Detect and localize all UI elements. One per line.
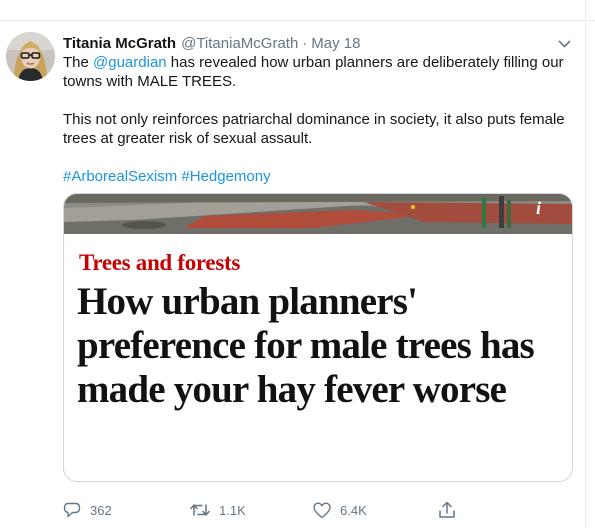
timeline-border [585,0,586,528]
retweet-count: 1.1K [219,502,246,518]
info-icon[interactable]: i [536,198,541,218]
link-card[interactable]: i Trees and forests How urban planners' … [63,193,573,482]
like-icon [313,502,331,518]
share-icon [439,501,455,518]
reply-icon [63,502,81,518]
avatar[interactable] [6,32,55,81]
card-kicker: Trees and forests [79,250,240,275]
tweet-paragraph-2: This not only reinforces patriarchal dom… [63,111,565,147]
card-image: i [64,194,572,234]
header-separator: · [302,34,308,52]
tweet-text: The @guardian has revealed how urban pla… [63,53,573,186]
reply-button[interactable]: 362 [63,500,112,520]
caret-down-icon[interactable] [555,35,573,53]
author-handle[interactable]: @TitaniaMcGrath [181,35,298,52]
tweet-paragraph-1: The @guardian has revealed how urban pla… [63,53,573,91]
timeline-divider [0,20,595,21]
retweet-button[interactable]: 1.1K [190,500,246,520]
card-headline: How urban planners' preference for male … [77,280,535,411]
retweet-icon [190,504,210,516]
hashtag-link[interactable]: #ArborealSexism [63,168,177,185]
text-segment: The [63,54,94,71]
hashtags: #ArborealSexism #Hedgemony [63,167,573,186]
mention-link[interactable]: @guardian [93,54,167,71]
reply-count: 362 [90,502,112,518]
like-button[interactable]: 6.4K [313,500,367,520]
tweet-timestamp[interactable]: May 18 [311,35,360,52]
hashtag-link[interactable]: #Hedgemony [181,168,270,185]
author-name[interactable]: Titania McGrath [63,35,176,52]
tweet-actions: 362 1.1K 6.4K [63,500,483,520]
like-count: 6.4K [340,502,367,518]
share-button[interactable] [438,500,456,520]
tweet-header: Titania McGrath @TitaniaMcGrath · May 18 [63,34,568,52]
